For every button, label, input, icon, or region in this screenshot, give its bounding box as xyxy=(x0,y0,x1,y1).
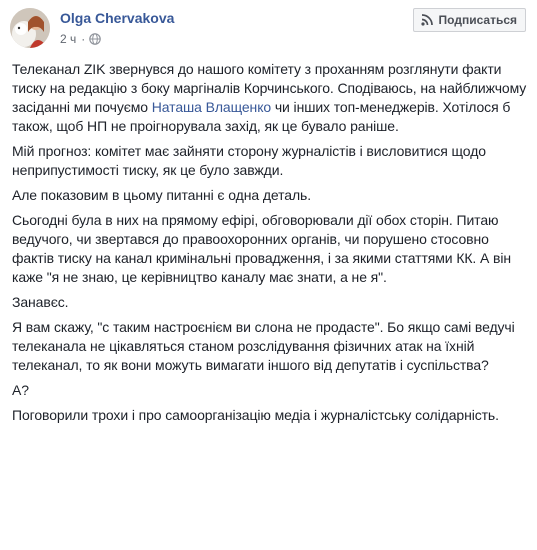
mention-link[interactable]: Наташа Влащенко xyxy=(152,99,271,115)
avatar-photo xyxy=(10,8,50,48)
subscribe-button[interactable]: Подписаться xyxy=(412,8,526,32)
paragraph-1: Телеканал ZIK звернувся до нашого коміте… xyxy=(12,60,528,136)
post-meta: 2 ч · xyxy=(60,31,102,47)
paragraph-6: Я вам скажу, "с таким настроєнієм ви сло… xyxy=(12,319,515,373)
paragraph-2: Мій прогноз: комітет має зайняти сторону… xyxy=(12,143,486,178)
author-avatar[interactable] xyxy=(10,8,50,48)
paragraph-7: А? xyxy=(12,382,29,398)
paragraph-3: Але показовим в цьому питанні є одна дет… xyxy=(12,187,312,203)
post-timestamp[interactable]: 2 ч xyxy=(60,32,76,46)
paragraph-5: Занавєс. xyxy=(12,294,69,310)
paragraph-4: Сьогодні була в них на прямому ефірі, об… xyxy=(12,212,512,285)
globe-icon[interactable] xyxy=(89,33,102,45)
author-name[interactable]: Olga Chervakova xyxy=(60,10,174,26)
post-text: Телеканал ZIK звернувся до нашого коміте… xyxy=(12,60,528,431)
post-header: Olga Chervakova 2 ч · Подписаться xyxy=(0,0,537,60)
subscribe-label: Подписаться xyxy=(438,13,517,27)
rss-icon xyxy=(420,14,433,26)
meta-separator: · xyxy=(81,32,86,46)
paragraph-8: Поговорили трохи і про самоорганізацію м… xyxy=(12,407,499,423)
